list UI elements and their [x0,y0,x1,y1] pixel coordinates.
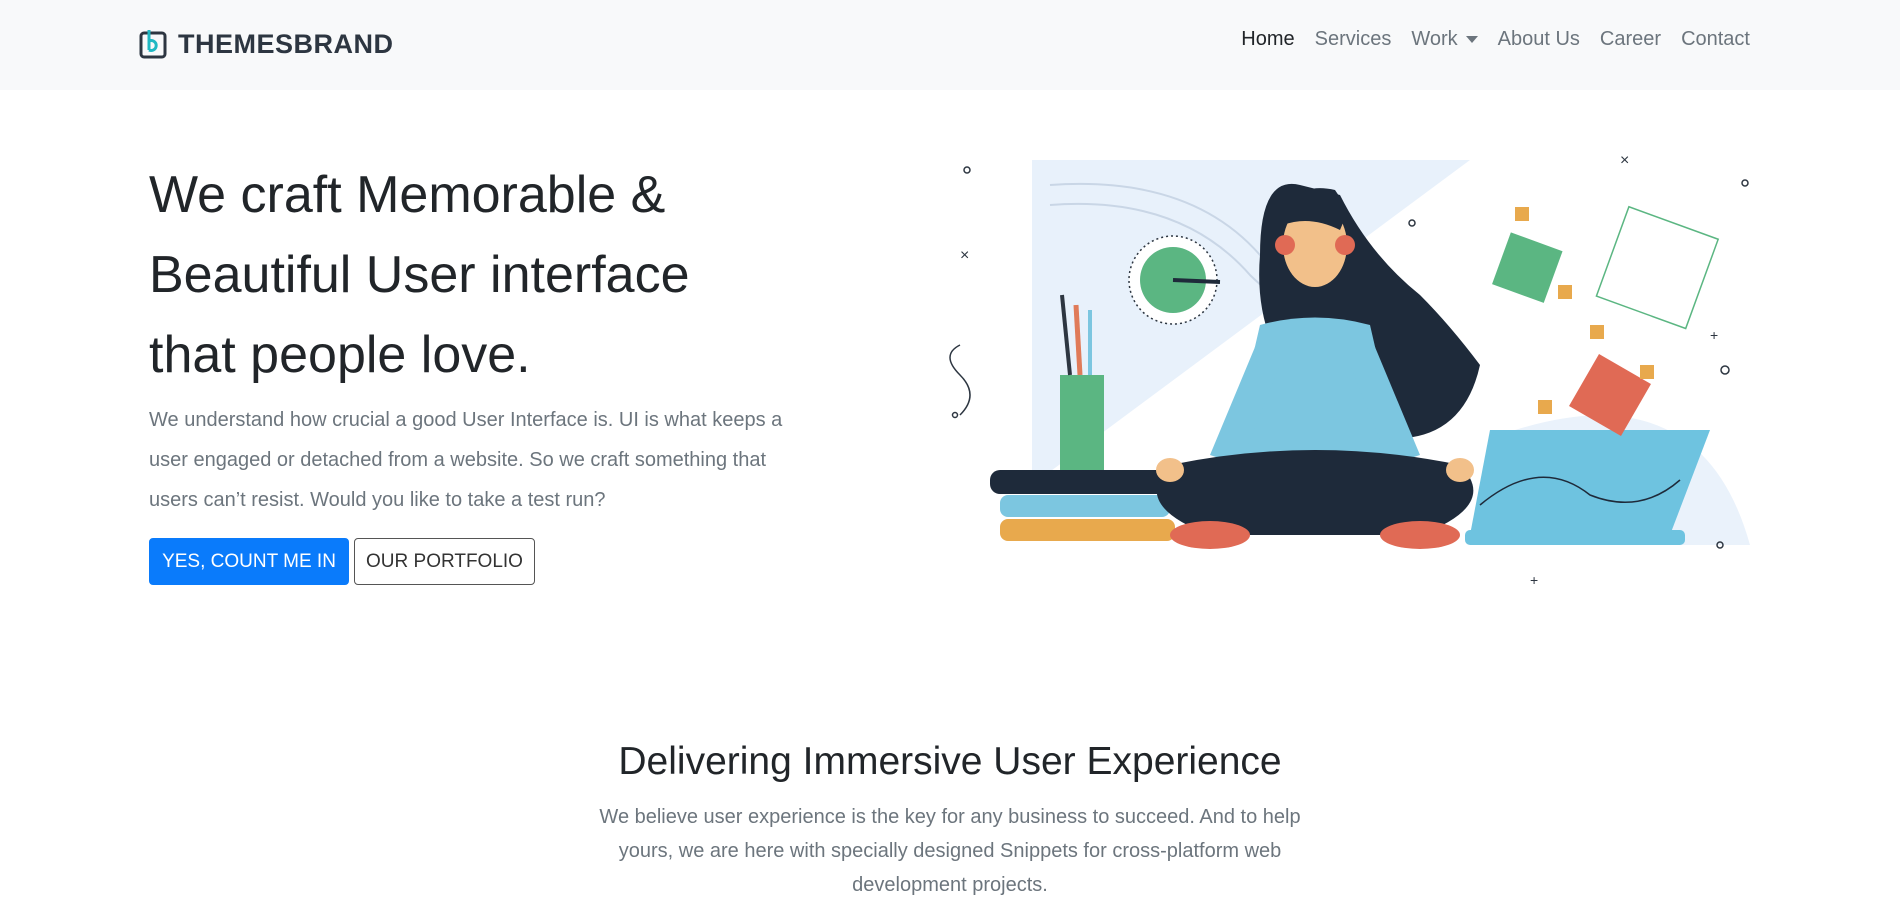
brand-link[interactable]: THEMESBRAND [139,28,394,60]
hero-description: We understand how crucial a good User In… [149,409,783,511]
hero-title: We craft Memorable & Beautiful User inte… [149,155,769,395]
section-description: We believe user experience is the key fo… [599,806,1301,896]
svg-text:×: × [1620,152,1629,169]
svg-text:+: + [1710,327,1718,343]
nav-career[interactable]: Career [1600,28,1661,51]
svg-text:×: × [960,247,969,264]
svg-text:+: + [1530,572,1538,588]
nav-contact[interactable]: Contact [1681,28,1750,51]
navbar: THEMESBRAND Home Services Work About Us … [0,0,1900,90]
caret-down-icon [1465,36,1478,43]
hero-title-line2: Beautiful User interface [149,246,690,304]
nav-home[interactable]: Home [1241,28,1294,51]
nav-about-us[interactable]: About Us [1498,28,1580,51]
b-square-logo-icon [139,30,167,59]
nav-work-label: Work [1411,28,1458,50]
nav-services[interactable]: Services [1315,28,1392,51]
count-me-in-button[interactable]: YES, COUNT ME IN [149,538,349,585]
hero-title-line1: We craft Memorable & [149,166,666,224]
main-nav: Home Services Work About Us Career Conta… [1221,28,1750,51]
brand-name: THEMESBRAND [178,28,394,59]
portfolio-button[interactable]: OUR PORTFOLIO [354,538,535,585]
nav-work-dropdown[interactable]: Work [1411,28,1478,51]
meditating-woman-illustration: × × + + [949,152,1750,588]
section-title: Delivering Immersive User Experience [618,740,1282,783]
hero-title-line3: that people love. [149,326,531,384]
